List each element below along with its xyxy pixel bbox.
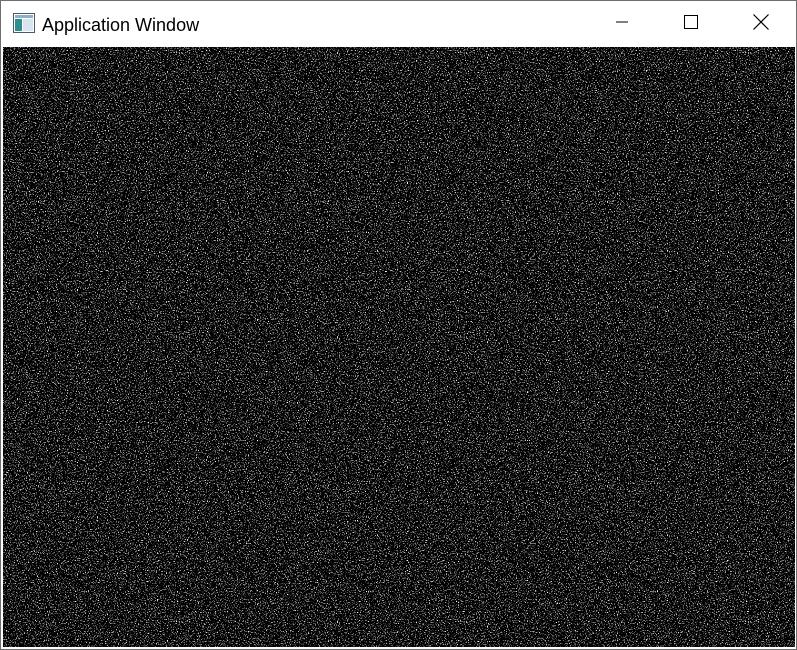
noise-pixels xyxy=(3,47,795,647)
noise-canvas[interactable] xyxy=(3,47,795,647)
minimize-button[interactable] xyxy=(587,1,657,47)
close-icon xyxy=(753,13,769,35)
application-window: Application Window xyxy=(0,0,797,650)
maximize-icon xyxy=(684,14,698,34)
minimize-icon xyxy=(616,15,628,33)
app-window-icon[interactable] xyxy=(13,13,35,33)
title-bar[interactable]: Application Window xyxy=(1,1,796,47)
close-button[interactable] xyxy=(726,1,796,47)
maximize-button[interactable] xyxy=(656,1,726,47)
window-title: Application Window xyxy=(42,15,200,35)
